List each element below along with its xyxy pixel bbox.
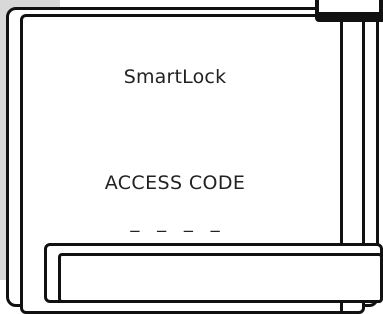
access-code-input[interactable]: _ _ _ _ bbox=[20, 212, 330, 233]
top-right-tab-window bbox=[317, 0, 381, 14]
access-code-label: ACCESS CODE bbox=[104, 172, 246, 194]
code-digit-slot: _ bbox=[183, 212, 193, 233]
device-name: SmartLock bbox=[123, 66, 227, 88]
keypad-panel-inner[interactable] bbox=[58, 253, 383, 303]
code-digit-slot: _ bbox=[210, 212, 220, 233]
code-digit-slot: _ bbox=[130, 212, 140, 233]
code-digit-slot: _ bbox=[157, 212, 167, 233]
